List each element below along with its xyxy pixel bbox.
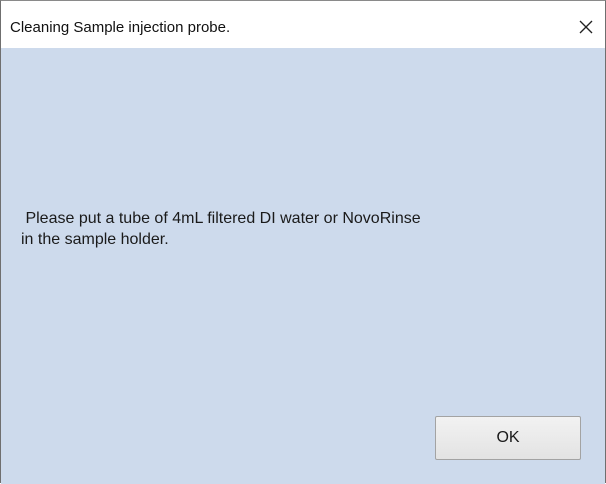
dialog-title: Cleaning Sample injection probe.	[10, 19, 231, 36]
message-line-2: in the sample holder.	[21, 231, 169, 248]
instruction-message: Please put a tube of 4mL filtered DI wat…	[21, 208, 581, 250]
title-bar: Cleaning Sample injection probe.	[1, 1, 605, 48]
dialog-window: Cleaning Sample injection probe. Please …	[0, 0, 606, 484]
dialog-body: Please put a tube of 4mL filtered DI wat…	[1, 48, 605, 484]
message-line-1: Please put a tube of 4mL filtered DI wat…	[21, 210, 421, 227]
ok-button[interactable]: OK	[435, 416, 581, 460]
close-button[interactable]	[574, 15, 598, 39]
close-icon	[579, 20, 593, 34]
